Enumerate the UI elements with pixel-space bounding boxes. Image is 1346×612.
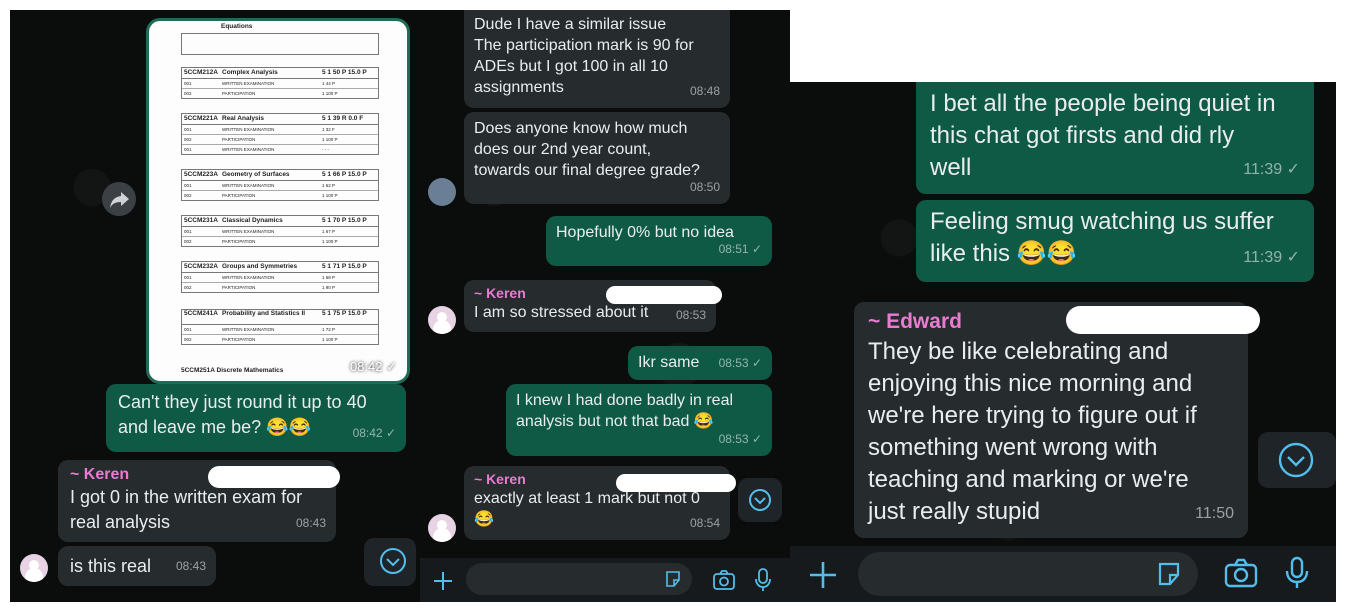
message-bubble-outgoing[interactable]: I bet all the people being quiet in this… — [916, 82, 1314, 194]
doc-module: 5CCM221A Real Analysis 5 1 39 R 0.0 F 001 W… — [181, 113, 379, 155]
message-bubble-incoming[interactable]: ~ Edward They be like celebrating and en… — [854, 302, 1248, 538]
forward-button[interactable] — [102, 182, 136, 216]
microphone-icon[interactable] — [754, 568, 772, 592]
message-timestamp: 08:53 ✓ — [718, 356, 762, 370]
camera-icon[interactable] — [712, 569, 736, 591]
message-timestamp: 11:39 ✓ — [1243, 249, 1300, 266]
message-timestamp: 08:48 — [689, 84, 720, 98]
message-timestamp: 08:43 — [175, 559, 206, 573]
message-timestamp: 08:54 — [689, 516, 720, 530]
message-timestamp: 08:43 — [295, 516, 326, 530]
sticker-icon[interactable] — [1156, 561, 1182, 587]
message-text: Dude I have a similar issue The particip… — [474, 16, 694, 96]
message-timestamp: 08:51 ✓ — [718, 242, 762, 256]
scroll-down-icon — [1278, 442, 1314, 478]
chat-panel-3: I bet all the people being quiet in this… — [790, 82, 1336, 602]
avatar[interactable] — [428, 306, 456, 334]
message-text: They be like celebrating and enjoying th… — [868, 338, 1197, 525]
message-bubble-outgoing[interactable]: Can't they just round it up to 40 and le… — [106, 384, 406, 452]
camera-icon[interactable] — [1224, 558, 1258, 588]
avatar[interactable] — [428, 514, 456, 542]
input-bar — [420, 558, 790, 602]
microphone-icon[interactable] — [1284, 556, 1310, 590]
doc-module: 5CCM223A Geometry of Surfaces 5 1 66 P 15.… — [181, 169, 379, 201]
message-text: Does anyone know how much does our 2nd y… — [474, 120, 700, 179]
doc-module: 5CCM212A Complex Analysis 5 1 50 P 15.0 P … — [181, 67, 379, 99]
message-timestamp: 08:53 — [675, 308, 706, 322]
message-text: I knew I had done badly in real analysis… — [516, 392, 734, 430]
message-timestamp: 08:42 ✓ — [352, 426, 396, 440]
avatar[interactable] — [428, 178, 456, 206]
message-timestamp: 11:39 ✓ — [1243, 161, 1300, 178]
scroll-down-icon — [749, 489, 771, 511]
scroll-down-button[interactable] — [738, 478, 782, 522]
forward-icon — [110, 192, 129, 208]
message-text: I got 0 in the written exam for real ana… — [70, 487, 303, 532]
doc-module: 5CCM232A Groups and Symmetries 5 1 71 P 15… — [181, 261, 379, 293]
redaction-mark — [1066, 306, 1260, 334]
scroll-down-icon — [380, 548, 406, 574]
message-text: exactly at least 1 mark but not 0 😂 — [474, 490, 700, 528]
document-image-message[interactable]: Equations 5CCM212A Complex Analysis 5 1 50… — [146, 18, 410, 384]
message-input[interactable] — [858, 552, 1198, 596]
chat-panel-1: Equations 5CCM212A Complex Analysis 5 1 50… — [10, 10, 420, 602]
doc-module: 5CCM241A Probability and Statistics II 5 1… — [181, 309, 379, 345]
message-timestamp: 08:53 ✓ — [718, 432, 762, 446]
message-bubble-outgoing[interactable]: I knew I had done badly in real analysis… — [506, 384, 772, 456]
scroll-down-button[interactable] — [364, 538, 416, 586]
doc-first-rows — [181, 33, 379, 55]
plus-icon[interactable] — [808, 560, 838, 590]
message-bubble-outgoing[interactable]: Feeling smug watching us suffer like thi… — [916, 200, 1314, 282]
message-bubble-outgoing[interactable]: Hopefully 0% but no idea 08:51 ✓ — [546, 216, 772, 266]
doc-last-title: 5CCM251A Discrete Mathematics — [181, 367, 284, 374]
message-bubble-incoming[interactable]: Dude I have a similar issue The particip… — [464, 10, 730, 108]
redaction-mark — [616, 474, 736, 492]
redaction-mark — [606, 286, 722, 304]
doc-module: 5CCM231A Classical Dynamics 5 1 70 P 15.0 … — [181, 215, 379, 247]
message-bubble-incoming[interactable]: is this real 08:43 — [58, 546, 216, 586]
plus-icon[interactable] — [432, 570, 454, 592]
redaction-mark — [208, 466, 340, 488]
message-bubble-outgoing[interactable]: Ikr same 08:53 ✓ — [628, 346, 772, 380]
message-text: I am so stressed about it — [474, 304, 649, 321]
sticker-icon[interactable] — [664, 570, 682, 588]
input-bar — [790, 546, 1336, 602]
message-timestamp: 08:50 — [689, 180, 720, 194]
scroll-down-button[interactable] — [1258, 432, 1336, 488]
doc-first-title: Equations — [221, 23, 253, 30]
avatar[interactable] — [20, 554, 48, 582]
image-timestamp: 08:42 ✓ — [349, 359, 397, 374]
message-timestamp: 11:50 — [1195, 505, 1234, 522]
chat-panel-2: Dude I have a similar issue The particip… — [420, 10, 790, 602]
message-bubble-incoming[interactable]: Does anyone know how much does our 2nd y… — [464, 112, 730, 204]
message-input[interactable] — [466, 563, 692, 595]
